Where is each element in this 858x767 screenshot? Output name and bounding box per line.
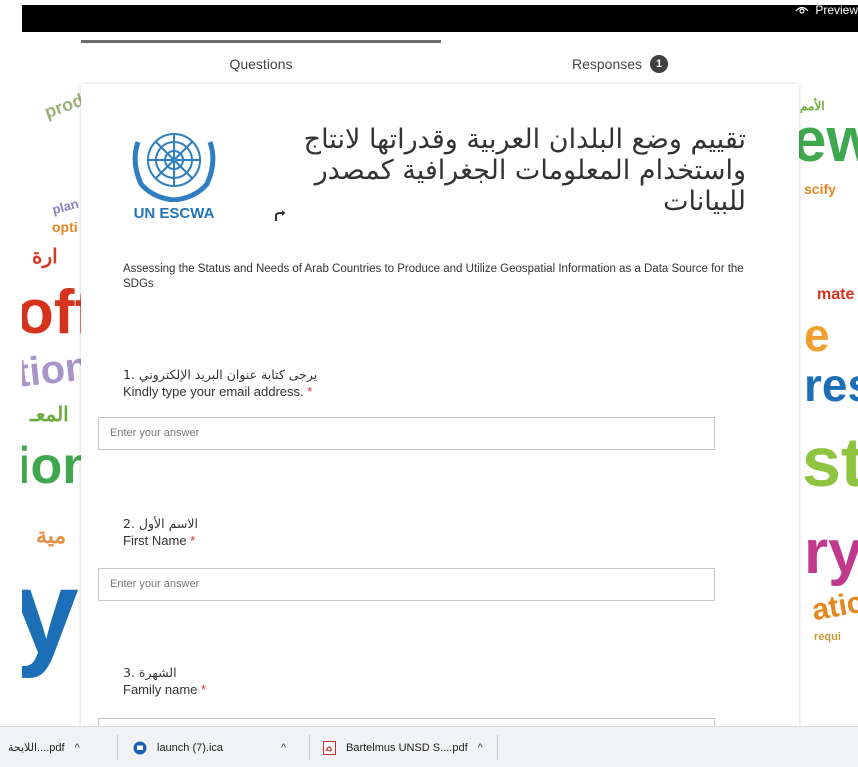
divider [497, 735, 498, 760]
eye-icon [795, 6, 809, 14]
required-marker: * [307, 384, 313, 399]
divider [309, 735, 310, 760]
responses-count-badge: 1 [650, 54, 669, 73]
download-item[interactable]: اللايحة....pdf ^ [8, 727, 80, 767]
chevron-up-icon[interactable]: ^ [281, 742, 286, 754]
bg-word: requi [814, 631, 841, 643]
question-arabic-label: يرجى كتابة عنوان البريد الإلكتروني .1 [123, 367, 318, 382]
question-family-name: الشهرة .3 Family name * [123, 664, 763, 699]
download-item[interactable]: launch (7).ica ^ [133, 727, 286, 767]
bg-word: opti [52, 219, 78, 235]
chevron-up-icon[interactable]: ^ [75, 742, 80, 754]
bg-word: plan [50, 195, 81, 218]
first-name-input[interactable]: Enter your answer [98, 568, 715, 601]
un-escwa-logo: UN ESCWA [123, 122, 225, 222]
question-english-label: First Name * [123, 532, 763, 550]
bg-word: prod [41, 89, 87, 123]
bg-word: ry [804, 518, 858, 587]
bg-word: atic [809, 585, 858, 628]
required-marker: * [201, 682, 207, 697]
preview-button[interactable]: Preview [795, 3, 858, 17]
bg-word: res [804, 359, 858, 411]
question-email: يرجى كتابة عنوان البريد الإلكتروني .1 Ki… [123, 366, 763, 401]
tab-responses[interactable]: Responses 1 [441, 40, 799, 84]
download-filename: Bartelmus UNSD S....pdf [346, 741, 468, 754]
email-input[interactable]: Enter your answer [98, 417, 715, 450]
form-tabs: Questions Responses 1 [81, 40, 799, 84]
question-english-label: Kindly type your email address. * [123, 383, 763, 401]
logo-text: UN ESCWA [133, 205, 215, 222]
bg-word: st [802, 423, 858, 501]
bg-word: ارة [32, 246, 58, 268]
un-emblem-icon [132, 133, 216, 203]
question-text: First Name [123, 533, 187, 548]
tab-questions[interactable]: Questions [81, 40, 441, 84]
download-item[interactable]: Bartelmus UNSD S....pdf ^ [323, 727, 483, 767]
download-bar: اللايحة....pdf ^ launch (7).ica ^ Bartel… [0, 726, 858, 767]
form-title: تقييم وضع البلدان العربية وقدراتها لانتا… [303, 124, 746, 217]
divider [117, 735, 118, 760]
question-text: Family name [123, 682, 198, 697]
bg-word: المعـ [30, 404, 69, 426]
question-text: Kindly type your email address. [123, 384, 304, 399]
bg-word: e [804, 309, 830, 361]
question-english-label: Family name * [123, 681, 763, 699]
bg-word: مية [36, 523, 67, 548]
top-bar: Preview [22, 3, 858, 32]
question-first-name: الاسم الأول .2 First Name * [123, 515, 763, 550]
bg-word: mate [817, 286, 855, 303]
tab-questions-label: Questions [229, 55, 293, 72]
ica-file-icon [133, 741, 147, 754]
pdf-file-icon [323, 740, 336, 755]
share-arrow-icon [275, 210, 286, 221]
bg-word: ew [792, 106, 858, 175]
required-marker: * [190, 533, 196, 548]
question-arabic-label: الشهرة .3 [123, 665, 177, 680]
form-description: Assessing the Status and Needs of Arab C… [123, 263, 744, 290]
tab-responses-label: Responses [571, 55, 643, 72]
download-filename: اللايحة....pdf [8, 742, 65, 754]
chevron-up-icon[interactable]: ^ [478, 742, 483, 754]
preview-label: Preview [815, 3, 858, 17]
form-page: prod plan opti ارة off tion المعـ ion مي… [0, 0, 858, 767]
question-arabic-label: الاسم الأول .2 [123, 516, 198, 531]
download-filename: launch (7).ica [157, 741, 224, 754]
form-card: UN ESCWA تقييم وضع البلدان العربية وقدرا… [81, 84, 799, 748]
bg-word: scify [804, 181, 836, 197]
